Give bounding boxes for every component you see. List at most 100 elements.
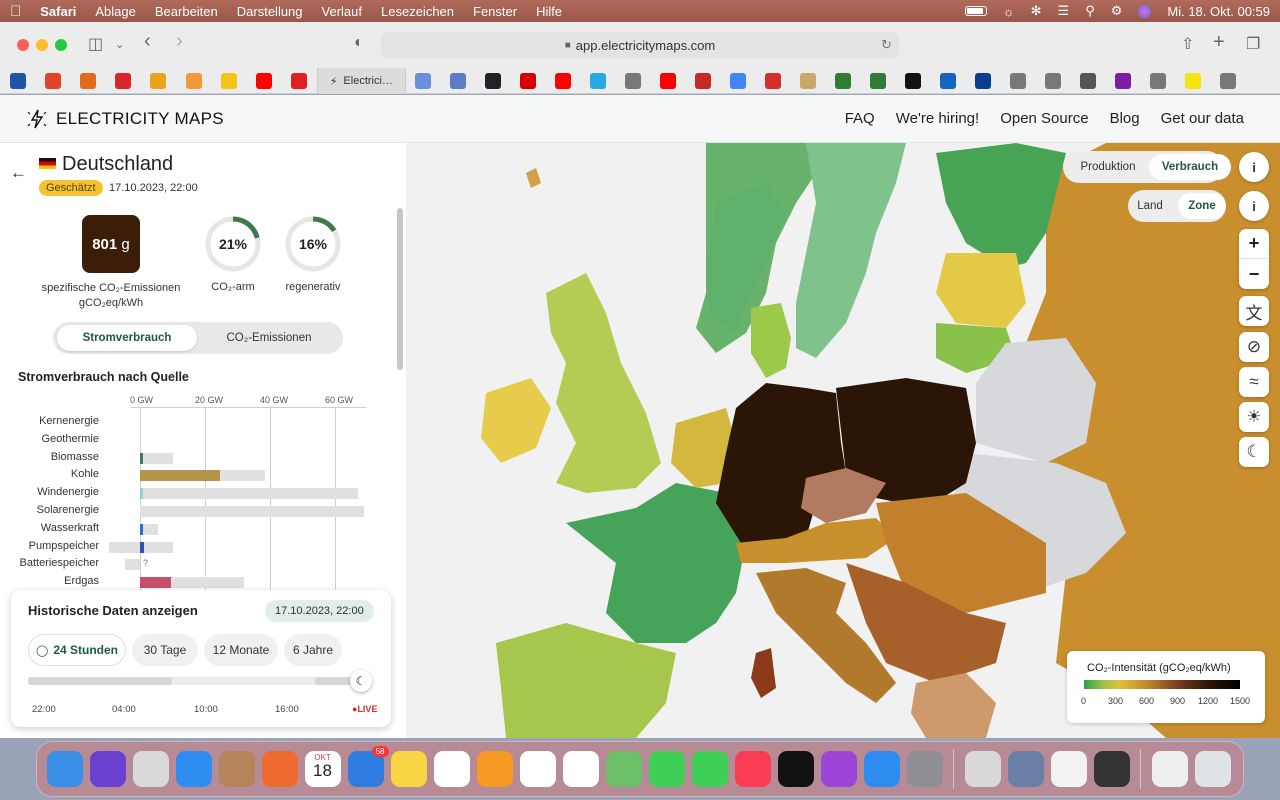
dock-calendar-icon[interactable]: OKT 18 (304, 751, 341, 787)
tab-favicon-icon[interactable] (1045, 73, 1062, 89)
dock-launchpad-icon[interactable] (132, 751, 169, 787)
range-12m-button[interactable]: 12 Monate (204, 634, 278, 666)
map-canvas[interactable] (406, 143, 1280, 738)
tab-favicon-icon[interactable] (835, 73, 852, 89)
menu-ablage[interactable]: Ablage (95, 4, 135, 19)
toggle-consumption-button[interactable]: Stromverbrauch (57, 325, 197, 351)
share-icon[interactable]: ⇧ (1181, 34, 1194, 54)
app-menu[interactable]: Safari (40, 4, 76, 19)
tab-favicon-icon[interactable] (870, 73, 887, 89)
tab-favicon-icon[interactable] (485, 73, 502, 89)
nav-open-source[interactable]: Open Source (1000, 110, 1088, 127)
active-tab[interactable]: ⚡ Electrici… (316, 68, 406, 94)
tab-favicon-icon[interactable] (590, 73, 607, 89)
forward-icon[interactable]: › (176, 30, 183, 53)
zoom-window-button[interactable] (55, 39, 67, 51)
tab-favicon-icon[interactable] (44, 73, 61, 89)
production-bar[interactable] (140, 470, 220, 482)
tab-favicon-icon[interactable] (1185, 73, 1202, 89)
chevron-down-icon[interactable]: ⌄ (115, 38, 124, 51)
tab-favicon-icon[interactable] (79, 73, 96, 89)
dark-mode-icon[interactable]: ☾ (1239, 437, 1269, 467)
production-bar[interactable] (140, 577, 171, 589)
timeline-slider-handle[interactable]: ☾ (350, 670, 372, 692)
dock-photos-icon[interactable] (562, 751, 599, 787)
bluetooth-icon[interactable]: ✻ (1031, 3, 1042, 19)
dock-textedit-icon[interactable] (1050, 751, 1087, 787)
capacity-bar[interactable] (140, 506, 365, 517)
battery-icon[interactable] (964, 6, 987, 16)
nav-hiring[interactable]: We're hiring! (896, 110, 979, 127)
panel-scrollbar[interactable] (397, 208, 403, 370)
zoom-in-button[interactable]: + (1239, 229, 1269, 259)
tab-favicon-icon[interactable] (9, 73, 26, 89)
language-icon[interactable]: 文 (1239, 296, 1269, 326)
dock-podcasts-icon[interactable] (820, 751, 857, 787)
dock-preview-icon[interactable] (1007, 751, 1044, 787)
dock-trash-icon[interactable] (1194, 751, 1231, 787)
solar-layer-icon[interactable]: ☀ (1239, 402, 1269, 432)
capacity-bar[interactable] (140, 452, 173, 464)
tab-favicon-icon[interactable] (1150, 73, 1167, 89)
wind-layer-icon[interactable]: ≈ (1239, 367, 1269, 397)
dock-maps-icon[interactable] (605, 751, 642, 787)
dock-contacts-icon[interactable] (218, 751, 255, 787)
tab-favicon-icon[interactable] (660, 73, 677, 89)
tab-favicon-icon[interactable] (625, 73, 642, 89)
tab-favicon-icon[interactable] (555, 73, 572, 89)
dock-music-icon[interactable] (734, 751, 771, 787)
view-info-button[interactable]: i (1239, 191, 1269, 221)
tab-favicon-icon[interactable] (905, 73, 922, 89)
dock-settings-icon[interactable] (906, 751, 943, 787)
tab-favicon-icon[interactable] (1220, 73, 1237, 89)
range-24h-button[interactable]: ◯ 24 Stunden (28, 634, 126, 666)
capacity-bar[interactable] (140, 488, 358, 500)
tab-favicon-icon[interactable] (730, 73, 747, 89)
new-tab-icon[interactable]: + (1213, 31, 1225, 54)
privacy-shield-icon[interactable]: ◐ (354, 34, 364, 52)
tab-favicon-icon[interactable] (1115, 73, 1132, 89)
menu-darstellung[interactable]: Darstellung (237, 4, 303, 19)
address-bar[interactable]: ■ app.electricitymaps.com ↻ (381, 32, 899, 58)
nav-faq[interactable]: FAQ (845, 110, 875, 127)
tab-favicon-icon[interactable] (940, 73, 957, 89)
dock-firefox-icon[interactable] (261, 751, 298, 787)
toggle-emissions-button[interactable]: CO₂-Emissionen (199, 325, 339, 351)
range-30d-button[interactable]: 30 Tage (132, 634, 198, 666)
production-bar[interactable] (140, 452, 144, 464)
close-window-button[interactable] (17, 39, 29, 51)
dock-reminders-icon[interactable] (519, 751, 556, 787)
emissions-map[interactable]: Produktion Verbrauch i Land Zone i + − 文… (406, 143, 1280, 738)
wifi-icon[interactable]: ☰ (1058, 3, 1070, 19)
sidebar-toggle-icon[interactable]: ◫ (88, 34, 103, 54)
dock-safari-icon[interactable] (175, 751, 212, 787)
siri-menu-icon[interactable] (1138, 4, 1152, 18)
dock-siri-icon[interactable] (89, 751, 126, 787)
dock-appstore-icon[interactable] (863, 751, 900, 787)
tab-favicon-icon[interactable] (520, 73, 537, 89)
production-bar[interactable] (140, 523, 143, 535)
tab-favicon-icon[interactable] (800, 73, 817, 89)
back-icon[interactable]: ‹ (144, 30, 151, 53)
consumption-button[interactable]: Verbrauch (1149, 154, 1231, 180)
nav-get-data[interactable]: Get our data (1161, 110, 1244, 127)
tab-favicon-icon[interactable] (765, 73, 782, 89)
production-bar[interactable] (140, 541, 144, 553)
tab-favicon-icon[interactable] (220, 73, 237, 89)
tab-favicon-icon[interactable] (450, 73, 467, 89)
zone-view-button[interactable]: Zone (1178, 193, 1226, 219)
tab-favicon-icon[interactable] (1080, 73, 1097, 89)
minimize-window-button[interactable] (36, 39, 48, 51)
tab-favicon-icon[interactable] (415, 73, 432, 89)
back-arrow-icon[interactable]: ← (10, 163, 27, 183)
dock-messages-icon[interactable] (648, 751, 685, 787)
reload-icon[interactable]: ↻ (881, 37, 892, 53)
dock-script-icon[interactable] (964, 751, 1001, 787)
dock-tv-icon[interactable] (777, 751, 814, 787)
tab-favicon-icon[interactable] (185, 73, 202, 89)
tab-favicon-icon[interactable] (291, 73, 308, 89)
menu-lesezeichen[interactable]: Lesezeichen (381, 4, 454, 19)
tab-favicon-icon[interactable] (1010, 73, 1027, 89)
tab-favicon-icon[interactable] (255, 73, 272, 89)
tab-favicon-icon[interactable] (150, 73, 167, 89)
